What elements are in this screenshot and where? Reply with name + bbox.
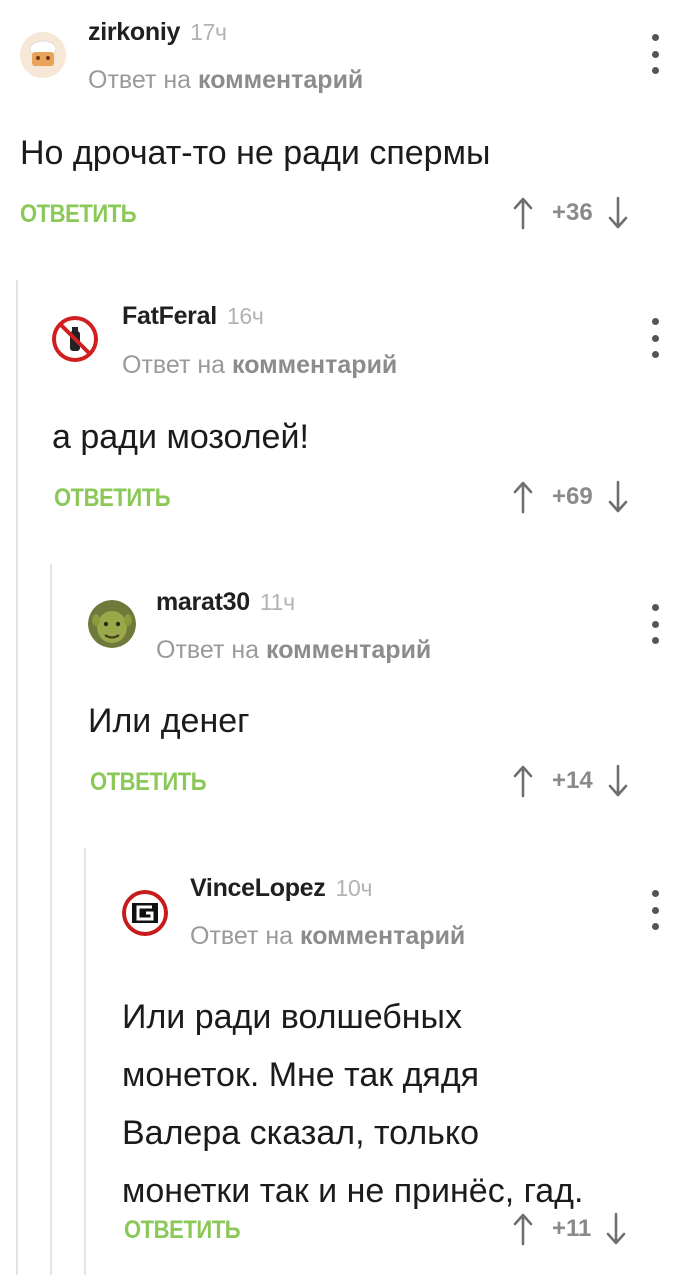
reply-button[interactable]: ОТВЕТИТЬ xyxy=(124,1216,241,1245)
comment: zirkoniy 17ч Ответ на комментарий Но дроч… xyxy=(0,0,700,260)
comment-text: Но дрочат-то не ради спермы xyxy=(20,134,491,172)
vote-score: +69 xyxy=(552,483,593,510)
author-name[interactable]: zirkoniy 17ч xyxy=(88,18,227,47)
vote-score: +11 xyxy=(552,1215,592,1242)
author-name[interactable]: VinceLopez 10ч xyxy=(190,874,372,903)
upvote-arrow-icon[interactable] xyxy=(512,196,534,230)
comment-thread: zirkoniy 17ч Ответ на комментарий Но дроч… xyxy=(0,0,700,1275)
reply-to-label: Ответ на комментарий xyxy=(88,66,364,94)
thread-rail[interactable] xyxy=(16,280,18,1275)
timestamp: 17ч xyxy=(190,19,227,45)
thread-rail[interactable] xyxy=(84,848,86,1275)
timestamp: 11ч xyxy=(259,589,295,615)
more-options-icon[interactable] xyxy=(648,318,662,358)
vote-controls: +11 xyxy=(512,1212,627,1246)
chef-avatar-icon xyxy=(20,32,66,78)
downvote-arrow-icon[interactable] xyxy=(607,196,629,230)
reply-button[interactable]: ОТВЕТИТЬ xyxy=(54,484,171,513)
avatar[interactable] xyxy=(88,600,136,648)
comment: marat30 11ч Ответ на комментарий Или дене… xyxy=(50,564,700,1275)
comment-text: а ради мозолей! xyxy=(52,418,309,456)
comment-text: Или денег xyxy=(88,702,250,740)
reply-target-link[interactable]: комментарий xyxy=(198,66,363,94)
comment: FatFeral 16ч Ответ на комментарий а ради … xyxy=(16,280,700,1275)
upvote-arrow-icon[interactable] xyxy=(512,480,534,514)
upvote-arrow-icon[interactable] xyxy=(512,1212,534,1246)
timestamp: 10ч xyxy=(335,875,373,901)
more-options-icon[interactable] xyxy=(648,34,662,74)
more-options-icon[interactable] xyxy=(648,604,662,644)
reply-button[interactable]: ОТВЕТИТЬ xyxy=(90,768,207,797)
author-name[interactable]: FatFeral 16ч xyxy=(122,302,264,331)
ogre-face-avatar-icon xyxy=(88,600,136,648)
downvote-arrow-icon[interactable] xyxy=(607,480,629,514)
avatar[interactable] xyxy=(122,890,168,936)
downvote-arrow-icon[interactable] xyxy=(605,1212,627,1246)
more-options-icon[interactable] xyxy=(648,890,662,930)
vote-controls: +36 xyxy=(512,196,629,230)
vote-score: +14 xyxy=(552,767,593,794)
reply-button[interactable]: ОТВЕТИТЬ xyxy=(20,200,137,229)
reply-target-link[interactable]: комментарий xyxy=(266,636,431,664)
avatar[interactable] xyxy=(20,32,66,78)
comment-text: Или ради волшебных монеток. Мне так дядя… xyxy=(122,998,584,1210)
reply-target-link[interactable]: комментарий xyxy=(300,922,465,950)
timestamp: 16ч xyxy=(226,303,264,329)
vote-controls: +14 xyxy=(512,764,629,798)
reply-to-label: Ответ на комментарий xyxy=(122,351,398,379)
reply-target-link[interactable]: комментарий xyxy=(232,351,397,379)
vote-controls: +69 xyxy=(512,480,629,514)
downvote-arrow-icon[interactable] xyxy=(607,764,629,798)
upvote-arrow-icon[interactable] xyxy=(512,764,534,798)
thread-rail[interactable] xyxy=(50,564,52,1275)
avatar[interactable] xyxy=(52,316,98,362)
author-name[interactable]: marat30 11ч xyxy=(156,588,295,617)
no-extinguisher-avatar-icon xyxy=(52,316,98,362)
reply-to-label: Ответ на комментарий xyxy=(190,922,466,950)
comment: VinceLopez 10ч Ответ на комментарий Или р… xyxy=(84,848,700,1275)
g-logo-avatar-icon xyxy=(122,890,168,936)
vote-score: +36 xyxy=(552,199,593,226)
reply-to-label: Ответ на комментарий xyxy=(156,636,432,664)
